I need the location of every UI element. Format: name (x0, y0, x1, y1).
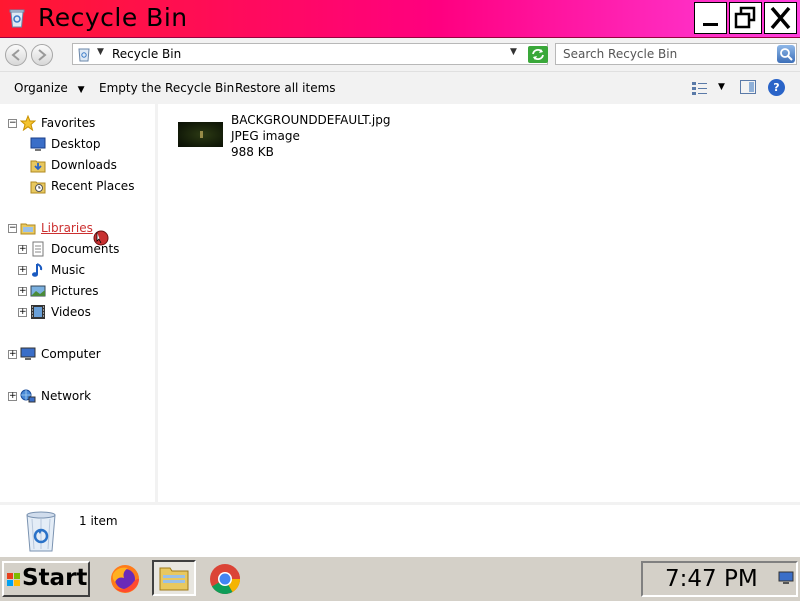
file-type: JPEG image (231, 129, 300, 143)
nav-network[interactable]: + Network (0, 387, 150, 407)
address-bar[interactable]: ▼ Recycle Bin ▼ (72, 43, 548, 65)
taskbar: Start 7:47 PM (0, 556, 800, 601)
expand-icon[interactable]: + (8, 392, 17, 401)
nav-item-documents[interactable]: + Documents (0, 240, 150, 260)
back-arrow-icon (11, 49, 20, 61)
breadcrumb[interactable]: Recycle Bin (112, 47, 181, 61)
organize-dropdown-icon: ▼ (77, 85, 85, 95)
nav-label-libraries: Libraries (41, 221, 93, 235)
minimize-icon (703, 23, 718, 26)
close-icon (770, 6, 791, 30)
libraries-icon (20, 223, 36, 235)
nav-label-computer: Computer (41, 347, 101, 361)
start-button[interactable]: Start (2, 561, 90, 597)
nav-item-downloads[interactable]: Downloads (0, 156, 150, 176)
start-label: Start (22, 565, 88, 591)
nav-label-pictures: Pictures (51, 284, 99, 298)
item-count: 1 item (79, 514, 118, 528)
forward-button[interactable] (31, 44, 53, 66)
nav-label-desktop: Desktop (51, 137, 101, 151)
details-pane: 1 item (0, 502, 800, 556)
explorer-icon (159, 567, 189, 591)
nav-item-desktop[interactable]: Desktop (0, 135, 150, 155)
empty-recycle-bin-button[interactable]: Empty the Recycle Bin (99, 81, 234, 95)
restore-all-items-button[interactable]: Restore all items (235, 81, 336, 95)
restore-window-icon (734, 6, 756, 29)
recycle-bin-icon (9, 9, 25, 28)
recent-places-icon (30, 181, 46, 194)
search-input[interactable]: Search Recycle Bin (555, 43, 797, 65)
network-tray-icon[interactable] (778, 571, 794, 585)
nav-label-downloads: Downloads (51, 158, 117, 172)
restore-button[interactable] (729, 2, 762, 34)
nav-label-recent-places: Recent Places (51, 179, 135, 193)
file-size: 988 KB (231, 145, 274, 159)
recycle-bin-large-icon (26, 511, 56, 552)
nav-label-music: Music (51, 263, 86, 277)
views-icon[interactable] (692, 81, 708, 95)
nav-computer[interactable]: + Computer (0, 345, 150, 365)
recycle-bin-icon (78, 48, 90, 62)
close-button[interactable] (764, 2, 797, 34)
file-list: BACKGROUNDDEFAULT.jpg JPEG image 988 KB (160, 104, 800, 502)
music-icon (32, 263, 43, 277)
navigation-pane: − Favorites Desktop Downloads Recent Pla… (0, 104, 158, 502)
file-name[interactable]: BACKGROUNDDEFAULT.jpg (231, 113, 391, 127)
search-button[interactable] (777, 45, 795, 63)
desktop-icon (30, 137, 46, 151)
nav-item-recent-places[interactable]: Recent Places (0, 177, 150, 197)
views-dropdown-icon[interactable]: ▼ (718, 82, 725, 92)
pictures-icon (30, 285, 46, 297)
back-button[interactable] (5, 44, 27, 66)
expand-icon[interactable]: + (18, 266, 27, 275)
search-icon (780, 48, 793, 61)
documents-icon (32, 241, 44, 257)
expand-icon[interactable]: + (18, 308, 27, 317)
nav-label-favorites: Favorites (41, 116, 96, 130)
title-bar: Recycle Bin (0, 0, 800, 38)
downloads-icon (30, 160, 46, 173)
refresh-icon[interactable] (528, 46, 548, 63)
collapse-icon[interactable]: − (8, 224, 17, 233)
file-thumbnail[interactable] (178, 122, 223, 147)
breadcrumb-arrow-icon[interactable]: ▼ (97, 47, 104, 57)
network-icon (20, 389, 36, 403)
star-icon (20, 115, 36, 131)
preview-pane-icon[interactable] (740, 80, 756, 94)
firefox-icon[interactable] (108, 562, 142, 596)
system-tray: 7:47 PM (641, 561, 798, 597)
nav-libraries[interactable]: − Libraries (0, 219, 150, 239)
nav-item-videos[interactable]: + Videos (0, 303, 150, 323)
forward-arrow-icon (38, 49, 47, 61)
nav-label-videos: Videos (51, 305, 91, 319)
window-title: Recycle Bin (38, 3, 188, 32)
expand-icon[interactable]: + (8, 350, 17, 359)
computer-icon (20, 347, 36, 360)
address-dropdown-icon[interactable]: ▼ (510, 47, 517, 57)
nav-favorites[interactable]: − Favorites (0, 114, 150, 134)
nav-item-pictures[interactable]: + Pictures (0, 282, 150, 302)
windows-flag-icon (7, 573, 20, 586)
clock[interactable]: 7:47 PM (665, 566, 758, 592)
nav-item-music[interactable]: + Music (0, 261, 150, 281)
organize-label: Organize (14, 81, 68, 95)
minimize-button[interactable] (694, 2, 727, 34)
organize-button[interactable]: Organize ▼ (14, 81, 85, 95)
expand-icon[interactable]: + (18, 287, 27, 296)
chrome-icon[interactable] (208, 562, 242, 596)
videos-icon (31, 305, 45, 319)
address-row: ▼ Recycle Bin ▼ Search Recycle Bin (0, 38, 800, 72)
nav-label-network: Network (41, 389, 92, 403)
search-placeholder: Search Recycle Bin (563, 47, 678, 61)
collapse-icon[interactable]: − (8, 119, 17, 128)
explorer-taskbar-button[interactable] (152, 560, 196, 596)
help-icon[interactable]: ? (768, 79, 785, 96)
command-bar: Organize ▼ Empty the Recycle Bin Restore… (0, 72, 800, 104)
mouse-cursor-icon (93, 230, 109, 246)
expand-icon[interactable]: + (18, 245, 27, 254)
